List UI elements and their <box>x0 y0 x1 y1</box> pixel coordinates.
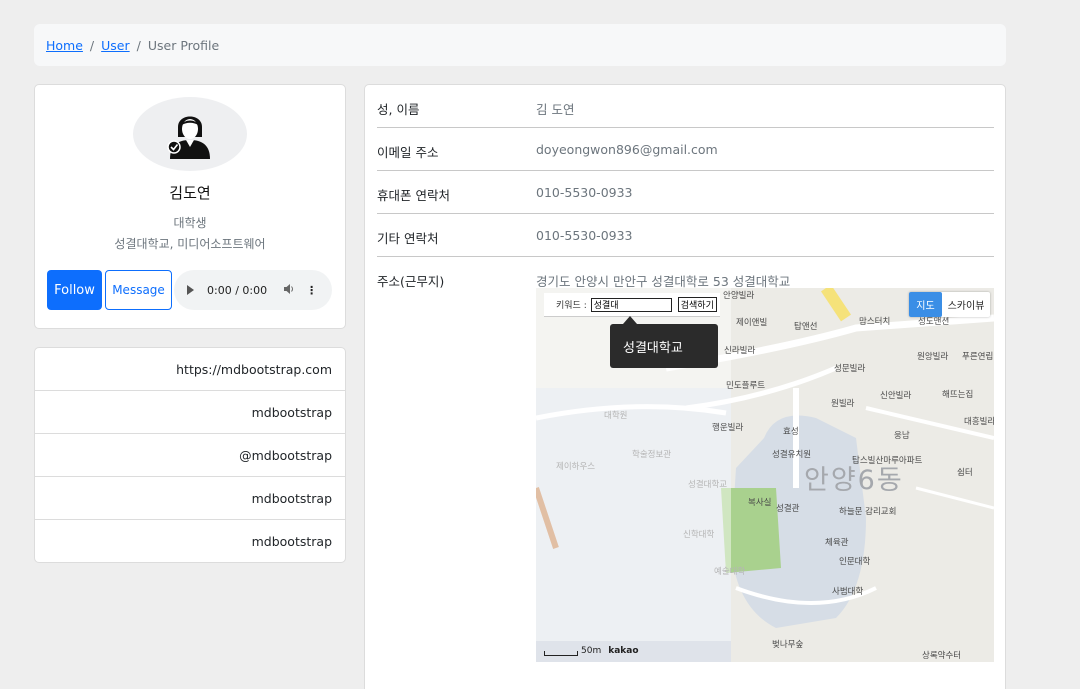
breadcrumb-separator: / <box>136 37 141 53</box>
map-poi[interactable]: 해뜨는집 <box>942 388 973 400</box>
breadcrumb-current: User Profile <box>147 37 220 53</box>
map-poi[interactable]: 대학원 <box>604 409 627 421</box>
map-poi[interactable]: 인문대학 <box>839 555 870 567</box>
map-poi[interactable]: 제이앤빌 <box>736 316 767 328</box>
map-poi[interactable]: 민도플루트 <box>726 379 765 391</box>
map-poi[interactable]: 신학대학 <box>683 528 714 540</box>
info-value: 김 도연 <box>536 102 575 117</box>
map-search-button[interactable]: 검색하기 <box>677 297 717 312</box>
avatar <box>133 97 247 171</box>
social-links-card: https://mdbootstrap.com mdbootstrap @mdb… <box>34 347 346 563</box>
map-poi[interactable]: 성결관 <box>776 502 799 514</box>
map-tooltip: 성결대학교 <box>610 316 718 368</box>
user-avatar-icon <box>167 116 210 159</box>
info-row-email: 이메일 주소 doyeongwon896@gmail.com <box>377 128 994 171</box>
map-poi[interactable]: 효성 <box>783 425 799 437</box>
map-poi[interactable]: 탑앤선 <box>794 320 817 332</box>
map-view[interactable]: 제이앤빌 탑앤선 맘스터치 성도맨션 신라빌라 성문빌라 원앙빌라 푸른연립 민… <box>536 288 994 662</box>
map-poi[interactable]: 원앙빌라 <box>917 350 948 362</box>
map-view-button[interactable]: 지도 <box>909 292 942 317</box>
link-github[interactable]: mdbootstrap <box>35 391 345 434</box>
info-card: 성, 이름 김 도연 이메일 주소 doyeongwon896@gmail.co… <box>364 84 1006 689</box>
message-button[interactable]: Message <box>105 270 172 310</box>
map-background <box>536 288 994 662</box>
map-poi[interactable]: 쉼터 <box>957 466 973 478</box>
map-brand-logo[interactable]: kakao <box>608 646 638 656</box>
map-search-box: 키워드 : 검색하기 <box>544 293 720 317</box>
profile-card: 김도연 대학생 성결대학교, 미디어소프트웨어 Follow Message 0… <box>34 84 346 329</box>
profile-name: 김도연 <box>169 184 211 202</box>
map-poi[interactable]: 원빌라 <box>831 397 854 409</box>
map-poi[interactable]: 성문빌라 <box>834 362 865 374</box>
map-poi[interactable]: 안양빌라 <box>723 289 754 301</box>
keyword-input[interactable] <box>590 297 672 312</box>
map-poi[interactable]: 행운빌라 <box>712 421 743 433</box>
map-poi[interactable]: 상록약수터 <box>922 649 961 661</box>
breadcrumb: Home / User / User Profile <box>34 24 1006 66</box>
info-label: 주소(근무지) <box>377 274 445 289</box>
info-row-phone: 휴대폰 연락처 010-5530-0933 <box>377 171 994 214</box>
breadcrumb-user-link[interactable]: User <box>101 38 130 53</box>
more-options-icon[interactable]: ⋮ <box>306 284 317 297</box>
info-row-other-contact: 기타 연락처 010-5530-0933 <box>377 214 994 257</box>
map-poi[interactable]: 제이하우스 <box>556 460 595 472</box>
map-poi[interactable]: 사범대학 <box>832 585 863 597</box>
scale-label: 50m <box>581 646 602 656</box>
info-label: 휴대폰 연락처 <box>377 188 450 203</box>
map-poi[interactable]: 하늘문 감리교회 <box>839 505 896 517</box>
audio-player: 0:00 / 0:00 ⋮ <box>174 270 332 310</box>
link-text: mdbootstrap <box>251 490 332 506</box>
skyview-button[interactable]: 스카이뷰 <box>942 292 990 317</box>
map-poi[interactable]: 벚나무숲 <box>772 638 803 650</box>
map-district-label: 안양6동 <box>804 465 904 496</box>
volume-icon[interactable] <box>283 283 295 298</box>
info-label: 기타 연락처 <box>377 231 439 246</box>
link-text: @mdbootstrap <box>239 447 332 463</box>
map-poi[interactable]: 예술대학 <box>714 565 745 577</box>
link-website[interactable]: https://mdbootstrap.com <box>35 348 345 391</box>
info-value: 010-5530-0933 <box>536 185 633 200</box>
info-label: 이메일 주소 <box>377 145 439 160</box>
map-poi[interactable]: 신라빌라 <box>724 344 755 356</box>
info-value: 010-5530-0933 <box>536 228 633 243</box>
play-icon[interactable] <box>187 285 194 295</box>
info-label: 성, 이름 <box>377 102 420 117</box>
link-twitter[interactable]: @mdbootstrap <box>35 434 345 477</box>
map-type-toggle: 지도 스카이뷰 <box>909 292 990 317</box>
map-poi[interactable]: 신안빌라 <box>880 389 911 401</box>
map-poi[interactable]: 성결대학교 <box>688 478 727 490</box>
link-text: https://mdbootstrap.com <box>176 361 332 377</box>
info-value: doyeongwon896@gmail.com <box>536 142 718 157</box>
map-poi[interactable]: 체육관 <box>825 536 848 548</box>
info-row-name: 성, 이름 김 도연 <box>377 85 994 128</box>
map-poi[interactable]: 대흥빌라 <box>964 415 994 427</box>
scale-bar <box>544 651 578 656</box>
keyword-label: 키워드 : <box>556 301 587 311</box>
link-text: mdbootstrap <box>251 534 332 549</box>
follow-button[interactable]: Follow <box>47 270 102 310</box>
profile-role: 대학생 <box>173 216 207 230</box>
map-poi[interactable]: 웅남 <box>894 429 910 441</box>
link-instagram[interactable]: mdbootstrap <box>35 477 345 520</box>
map-poi[interactable]: 푸른연립 <box>962 350 993 362</box>
audio-time: 0:00 / 0:00 <box>207 283 268 297</box>
link-text: mdbootstrap <box>251 404 332 420</box>
map-poi[interactable]: 복사실 <box>748 496 771 508</box>
map-poi[interactable]: 학술정보관 <box>632 448 671 460</box>
map-poi[interactable]: 맘스터치 <box>859 315 890 327</box>
breadcrumb-home-link[interactable]: Home <box>46 38 83 53</box>
map-scale: 50m kakao <box>544 646 639 656</box>
breadcrumb-separator: / <box>89 37 95 53</box>
profile-organization: 성결대학교, 미디어소프트웨어 <box>114 237 266 251</box>
link-facebook[interactable]: mdbootstrap <box>35 520 345 563</box>
